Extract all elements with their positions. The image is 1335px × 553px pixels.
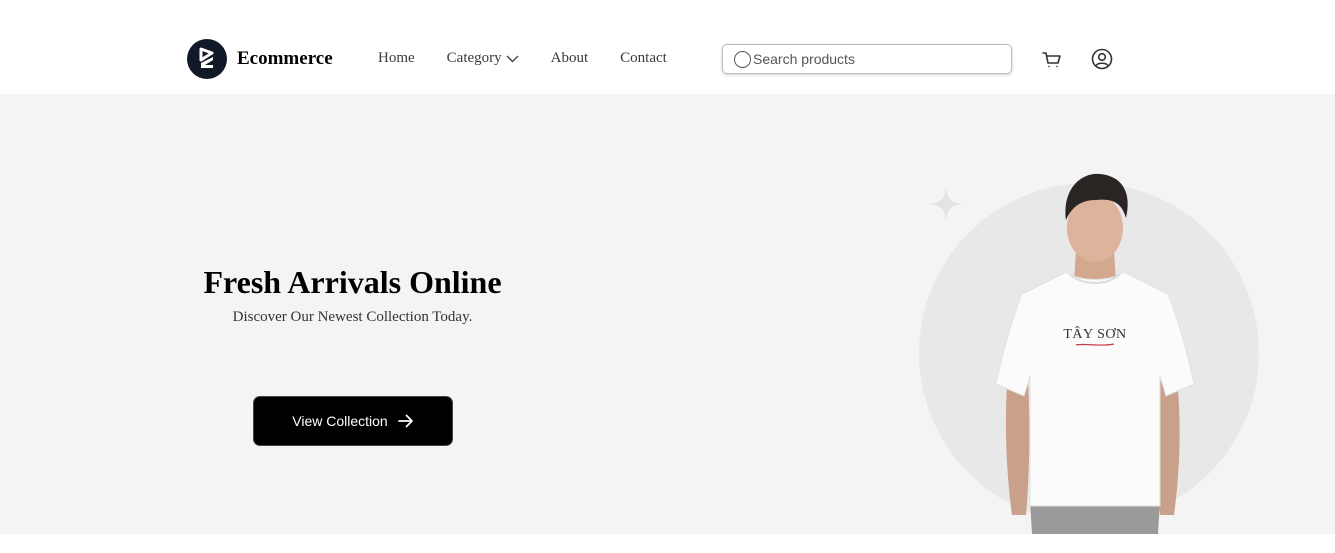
hero-section: Fresh Arrivals Online Discover Our Newes…	[0, 94, 1335, 534]
ecommerce-logo-icon	[187, 39, 227, 79]
user-icon[interactable]	[1091, 48, 1113, 70]
arrow-right-icon	[397, 414, 414, 428]
nav-category-label: Category	[446, 50, 502, 66]
sparkle-icon	[928, 186, 964, 227]
search-input[interactable]	[753, 51, 993, 67]
search-bar	[722, 44, 1012, 74]
cart-icon[interactable]	[1041, 48, 1063, 70]
view-collection-label: View Collection	[292, 413, 388, 429]
hero-subtitle: Discover Our Newest Collection Today.	[232, 309, 473, 325]
nav-about[interactable]: About	[551, 50, 589, 67]
nav-contact[interactable]: Contact	[620, 50, 667, 67]
chevron-down-icon	[506, 51, 519, 68]
hero-title: Fresh Arrivals Online	[203, 264, 502, 300]
brand-logo[interactable]: Ecommerce	[187, 39, 333, 79]
view-collection-button[interactable]: View Collection	[253, 396, 453, 446]
brand-name: Ecommerce	[237, 48, 333, 69]
shirt-print-text: TÂY SƠN	[1063, 325, 1126, 342]
site-header: Ecommerce Home Category About Contact	[0, 0, 1335, 94]
main-nav: Home Category About Contact	[378, 49, 667, 68]
search-icon	[734, 50, 751, 68]
nav-category[interactable]: Category	[447, 49, 519, 68]
nav-home[interactable]: Home	[378, 50, 415, 67]
page-bottom-strip	[0, 534, 1335, 553]
hero-model-image: TÂY SƠN	[990, 170, 1200, 534]
